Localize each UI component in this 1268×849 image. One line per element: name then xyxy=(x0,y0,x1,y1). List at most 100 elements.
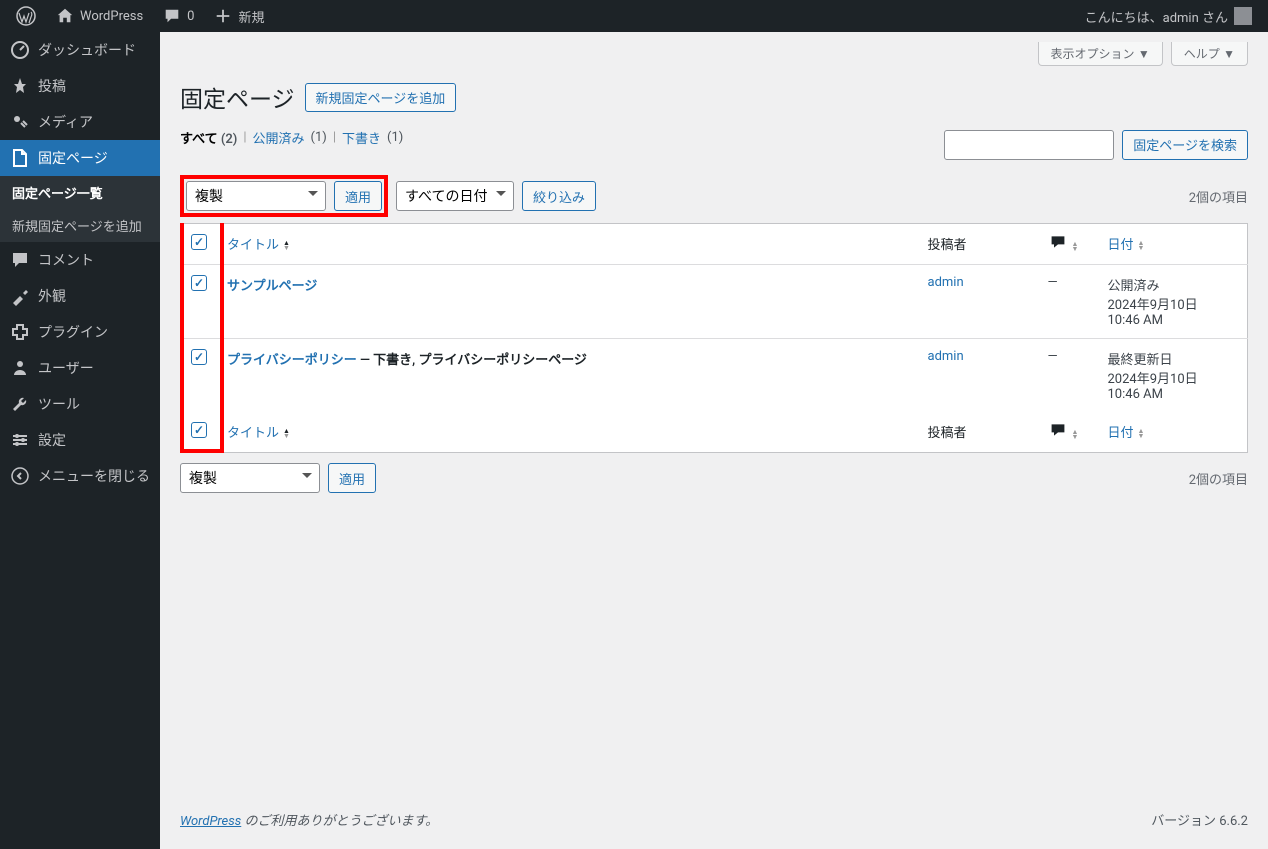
col-date[interactable]: 日付 xyxy=(1108,238,1134,253)
comment-count: — xyxy=(1038,265,1098,339)
sidebar-label: メディア xyxy=(38,112,93,132)
sidebar-label: ツール xyxy=(38,394,80,414)
comment-icon xyxy=(1048,422,1068,438)
wp-logo[interactable] xyxy=(8,0,44,32)
author-link[interactable]: admin xyxy=(928,275,964,290)
date-cell: 最終更新日 2024年9月10日 10:46 AM xyxy=(1098,339,1248,413)
sidebar-item-pages[interactable]: 固定ページ xyxy=(0,140,160,176)
sidebar-item-settings[interactable]: 設定 xyxy=(0,422,160,458)
comment-icon xyxy=(1048,234,1068,250)
search-input[interactable] xyxy=(944,130,1114,160)
sort-icon: ▲▼ xyxy=(283,241,290,251)
page-title-link[interactable]: プライバシーポリシー xyxy=(227,353,357,368)
dashboard-icon xyxy=(10,40,30,60)
filter-button[interactable]: 絞り込み xyxy=(522,181,596,211)
sidebar-label: メニューを閉じる xyxy=(38,466,150,486)
comment-icon xyxy=(10,250,30,270)
sort-icon: ▲▼ xyxy=(283,429,290,439)
screen-options-button[interactable]: 表示オプション ▼ xyxy=(1038,42,1163,66)
settings-icon xyxy=(10,430,30,450)
search-button[interactable]: 固定ページを検索 xyxy=(1122,130,1248,160)
post-state: — 下書き, プライバシーポリシーページ xyxy=(357,353,587,368)
sidebar-item-media[interactable]: メディア xyxy=(0,104,160,140)
new-content-label: 新規 xyxy=(238,7,264,26)
sidebar-item-users[interactable]: ユーザー xyxy=(0,350,160,386)
item-count-bottom: 2個の項目 xyxy=(1189,469,1248,488)
sort-icon: ▲▼ xyxy=(1072,242,1079,252)
plus-icon xyxy=(214,7,232,25)
bulk-action-select[interactable]: 複製 xyxy=(186,181,326,211)
sidebar-item-appearance[interactable]: 外観 xyxy=(0,278,160,314)
col-author[interactable]: 投稿者 xyxy=(918,412,1038,453)
user-greeting[interactable]: こんにちは、admin さん xyxy=(1077,0,1260,32)
col-comments[interactable]: ▲▼ xyxy=(1038,224,1098,265)
sidebar-label: ユーザー xyxy=(38,358,94,378)
media-icon xyxy=(10,112,30,132)
page-title-link[interactable]: サンプルページ xyxy=(227,279,317,294)
page-title: 固定ページ xyxy=(180,80,295,114)
sidebar-item-tools[interactable]: ツール xyxy=(0,386,160,422)
sidebar-label: ダッシュボード xyxy=(38,40,136,60)
sidebar-label: 固定ページ xyxy=(38,148,108,168)
filter-draft[interactable]: 下書き xyxy=(342,128,381,147)
users-icon xyxy=(10,358,30,378)
appearance-icon xyxy=(10,286,30,306)
sidebar-label: 設定 xyxy=(38,430,66,450)
date-filter-select[interactable]: すべての日付 xyxy=(396,181,514,211)
select-all-checkbox[interactable] xyxy=(191,234,207,250)
new-content[interactable]: 新規 xyxy=(206,0,272,32)
comments-link[interactable]: 0 xyxy=(155,0,202,32)
sidebar-item-collapse[interactable]: メニューを閉じる xyxy=(0,458,160,494)
sidebar-item-posts[interactable]: 投稿 xyxy=(0,68,160,104)
col-title[interactable]: タイトル xyxy=(227,426,279,441)
col-title[interactable]: タイトル xyxy=(227,238,279,253)
submenu-item-all-pages[interactable]: 固定ページ一覧 xyxy=(0,176,160,209)
main-content: 表示オプション ▼ ヘルプ ▼ 固定ページ 新規固定ページを追加 すべて (2)… xyxy=(160,32,1268,849)
site-name[interactable]: WordPress xyxy=(48,0,151,32)
row-checkbox[interactable] xyxy=(191,275,207,291)
col-comments[interactable]: ▲▼ xyxy=(1038,412,1098,453)
col-date[interactable]: 日付 xyxy=(1108,426,1134,441)
sidebar-label: 投稿 xyxy=(38,76,66,96)
filter-published[interactable]: 公開済み xyxy=(253,128,305,147)
filter-all[interactable]: すべて (2) xyxy=(180,128,237,147)
plugin-icon xyxy=(10,322,30,342)
date-cell: 公開済み 2024年9月10日 10:46 AM xyxy=(1098,265,1248,339)
footer-wp-link[interactable]: WordPress xyxy=(180,814,241,829)
sort-icon: ▲▼ xyxy=(1138,429,1145,439)
sidebar-submenu: 固定ページ一覧 新規固定ページを追加 xyxy=(0,176,160,242)
sidebar-label: プラグイン xyxy=(38,322,108,342)
version-text: バージョン 6.6.2 xyxy=(1151,810,1248,829)
select-all-checkbox-footer[interactable] xyxy=(191,422,207,438)
bulk-action-select-bottom[interactable]: 複製 xyxy=(180,463,320,493)
sidebar-item-plugins[interactable]: プラグイン xyxy=(0,314,160,350)
page-icon xyxy=(10,148,30,168)
wordpress-icon xyxy=(16,6,36,26)
pages-table: タイトル▲▼ 投稿者 ▲▼ 日付▲▼ サンプルページ admin — 公開済み xyxy=(180,223,1248,453)
submenu-item-add-page[interactable]: 新規固定ページを追加 xyxy=(0,209,160,242)
col-author[interactable]: 投稿者 xyxy=(918,224,1038,265)
author-link[interactable]: admin xyxy=(928,349,964,364)
site-name-label: WordPress xyxy=(80,9,143,24)
row-checkbox[interactable] xyxy=(191,349,207,365)
add-new-page-button[interactable]: 新規固定ページを追加 xyxy=(305,83,457,112)
home-icon xyxy=(56,7,74,25)
apply-button[interactable]: 適用 xyxy=(334,181,382,211)
item-count: 2個の項目 xyxy=(1189,187,1248,206)
comment-count: — xyxy=(1038,339,1098,413)
status-filters: すべて (2) | 公開済み (1) | 下書き (1) xyxy=(180,128,403,147)
sort-icon: ▲▼ xyxy=(1072,430,1079,440)
sort-icon: ▲▼ xyxy=(1138,241,1145,251)
help-button[interactable]: ヘルプ ▼ xyxy=(1171,42,1248,66)
admin-bar: WordPress 0 新規 こんにちは、admin さん xyxy=(0,0,1268,32)
tools-icon xyxy=(10,394,30,414)
sidebar-item-comments[interactable]: コメント xyxy=(0,242,160,278)
comments-count: 0 xyxy=(187,9,194,24)
apply-button-bottom[interactable]: 適用 xyxy=(328,463,376,493)
collapse-icon xyxy=(10,466,30,486)
pin-icon xyxy=(10,76,30,96)
avatar xyxy=(1234,7,1252,25)
admin-sidebar: ダッシュボード 投稿 メディア 固定ページ 固定ページ一覧 新規固定ページを追加… xyxy=(0,32,160,849)
sidebar-item-dashboard[interactable]: ダッシュボード xyxy=(0,32,160,68)
sidebar-label: コメント xyxy=(38,250,94,270)
